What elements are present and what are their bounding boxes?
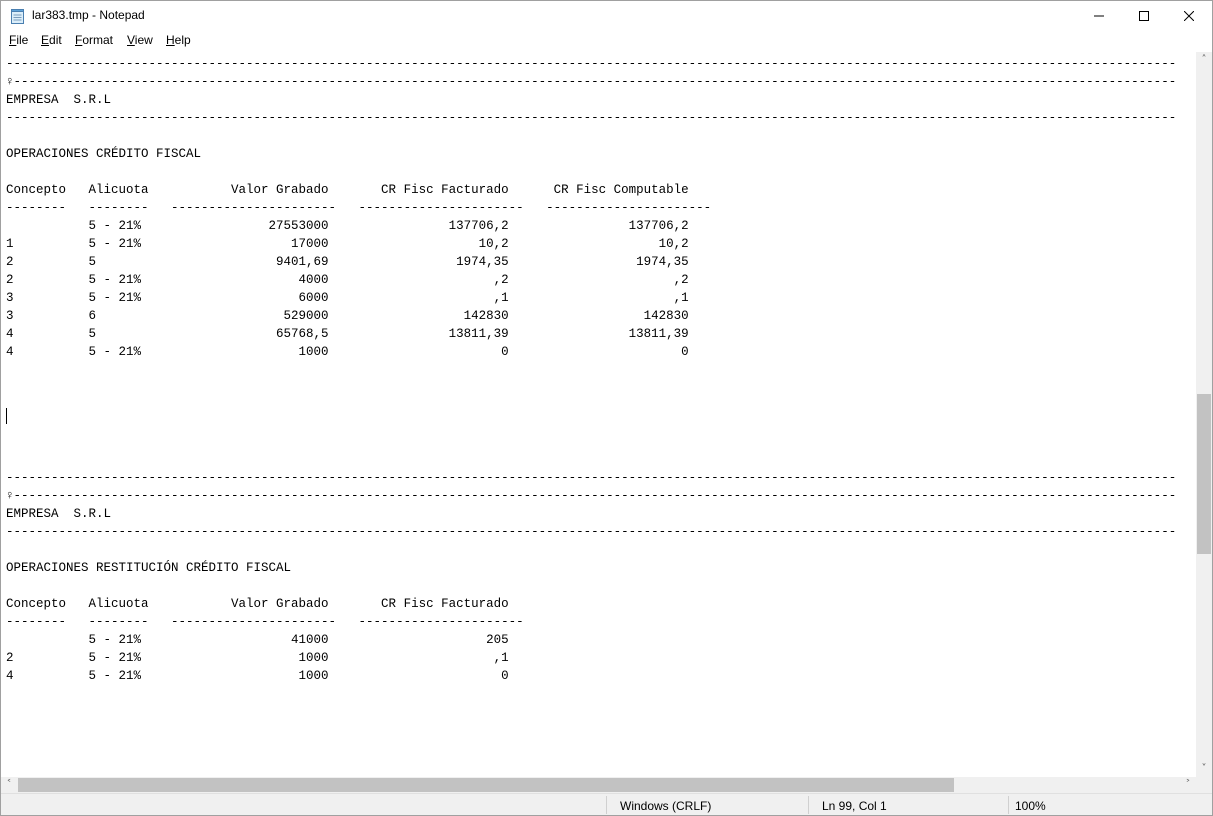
menu-edit-label: dit [49,33,62,47]
document-line[interactable]: Concepto Alicuota Valor Grabado CR Fisc … [6,597,509,611]
status-bar: Windows (CRLF) Ln 99, Col 1 100% [1,793,1212,815]
menu-file-label: ile [16,33,29,47]
document-line[interactable]: Concepto Alicuota Valor Grabado CR Fisc … [6,183,689,197]
document-line[interactable]: -------- -------- ----------------------… [6,615,524,629]
document-line[interactable]: 3 6 529000 142830 142830 [6,309,689,323]
menu-edit[interactable]: Edit [41,33,62,47]
zoom-status: 100% [1015,799,1046,813]
status-divider [606,796,607,814]
document-text[interactable]: ----------------------------------------… [6,55,1176,685]
document-line[interactable]: 1 5 - 21% 17000 10,2 10,2 [6,237,689,251]
cursor-position-status: Ln 99, Col 1 [822,799,887,813]
menu-file[interactable]: File [9,33,28,47]
menu-view[interactable]: View [127,33,153,47]
document-line[interactable]: ----------------------------------------… [6,525,1176,539]
notepad-window: lar383.tmp - Notepad File Edit Format Vi… [0,0,1213,816]
document-line[interactable]: 5 - 21% 41000 205 [6,633,509,647]
document-line[interactable]: 4 5 - 21% 1000 0 [6,669,509,683]
notepad-icon [11,9,24,24]
document-line[interactable]: ----------------------------------------… [6,471,1176,485]
scroll-up-icon[interactable]: ˄ [1196,52,1212,68]
menu-bar: File Edit Format View Help [1,31,1212,52]
document-line[interactable]: -------- -------- ----------------------… [6,201,711,215]
document-line[interactable]: OPERACIONES CRÉDITO FISCAL [6,147,201,161]
menu-format[interactable]: Format [75,33,113,47]
document-line[interactable]: EMPRESA S.R.L [6,93,111,107]
menu-format-label: ormat [82,33,114,47]
menu-edit-accelerator: E [41,33,50,47]
document-line[interactable]: OPERACIONES RESTITUCIÓN CRÉDITO FISCAL [6,561,291,575]
maximize-button[interactable] [1121,1,1167,31]
menu-help-accelerator: H [166,33,175,47]
scroll-down-icon[interactable]: ˅ [1196,761,1212,777]
document-line[interactable]: ----------------------------------------… [6,111,1176,125]
document-line[interactable]: 3 5 - 21% 6000 ,1 ,1 [6,291,689,305]
document-line[interactable]: 4 5 - 21% 1000 0 0 [6,345,689,359]
menu-help[interactable]: Help [166,33,191,47]
horizontal-scrollbar[interactable]: ˂ ˃ [1,777,1196,793]
document-line[interactable]: ♀---------------------------------------… [6,75,1176,89]
document-line[interactable]: ♀---------------------------------------… [6,489,1176,503]
vertical-scroll-thumb[interactable] [1197,394,1211,554]
vertical-scrollbar[interactable]: ˄ ˅ [1196,52,1212,777]
document-line[interactable]: 2 5 - 21% 1000 ,1 [6,651,509,665]
menu-view-label: iew [134,33,153,47]
scroll-left-icon[interactable]: ˂ [1,777,17,793]
menu-view-accelerator: V [127,33,135,47]
text-editor[interactable]: ----------------------------------------… [1,52,1196,777]
text-caret [6,408,7,424]
maximize-icon [1139,11,1149,21]
document-line[interactable]: 2 5 9401,69 1974,35 1974,35 [6,255,689,269]
line-ending-status: Windows (CRLF) [620,799,712,813]
document-line[interactable]: 4 5 65768,5 13811,39 13811,39 [6,327,689,341]
horizontal-scroll-thumb[interactable] [18,778,954,792]
scroll-corner [1196,777,1212,793]
minimize-button[interactable] [1076,1,1122,31]
scroll-right-icon[interactable]: ˃ [1180,777,1196,793]
close-icon [1184,11,1194,21]
document-line[interactable]: 2 5 - 21% 4000 ,2 ,2 [6,273,689,287]
menu-help-label: elp [174,33,191,47]
document-line[interactable]: EMPRESA S.R.L [6,507,111,521]
status-divider [1008,796,1009,814]
close-button[interactable] [1166,1,1212,31]
document-line[interactable]: ----------------------------------------… [6,57,1176,71]
minimize-icon [1094,15,1104,17]
window-title: lar383.tmp - Notepad [32,8,145,22]
document-line[interactable]: 5 - 21% 27553000 137706,2 137706,2 [6,219,689,233]
status-divider [808,796,809,814]
title-bar[interactable]: lar383.tmp - Notepad [1,1,1212,31]
